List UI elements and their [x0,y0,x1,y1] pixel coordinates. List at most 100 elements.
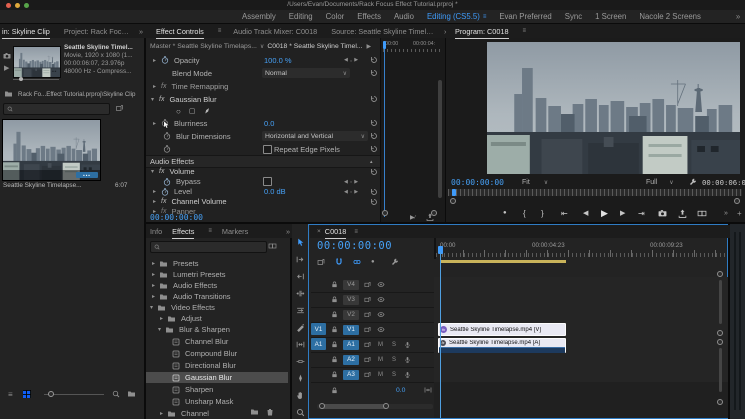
tree-item-presets[interactable]: ▸ Presets [146,258,288,269]
ec-vertical-scrollbar[interactable] [438,80,442,198]
tree-item-audio-transitions[interactable]: ▸ Audio Transitions [146,291,288,302]
eye-icon[interactable] [377,311,385,318]
level-value[interactable]: 0.0 dB [264,187,286,196]
workspace-menu-icon[interactable]: ≡ [483,14,487,20]
track-button-a3[interactable]: A3 [343,369,359,380]
h-scroll-left-handle[interactable] [319,403,325,409]
effect-controls-menu-icon[interactable]: ≡ [218,28,222,34]
mic-icon[interactable] [404,371,411,379]
sync-lock-icon[interactable] [364,311,371,318]
tab-audio-track-mixer[interactable]: Audio Track Mixer: C0018 [233,27,317,36]
thumbnail-zoom-slider[interactable] [44,391,104,397]
clip-name-label[interactable]: Seattle Skyline Timelapse... [3,182,109,189]
reset-icon[interactable] [370,145,378,153]
find-icon[interactable] [112,390,120,398]
mic-icon[interactable] [404,356,411,364]
workspace-tab-evan-preferred[interactable]: Evan Preferred [499,12,551,21]
tree-item-channel-blur[interactable]: Channel Blur [146,336,288,347]
reset-icon[interactable] [370,168,378,176]
clip-fx-badge[interactable]: fx [440,326,447,333]
bypass-checkbox[interactable] [263,177,272,186]
lock-icon[interactable] [331,326,338,333]
channel-volume-heading[interactable]: Channel Volume [171,197,226,206]
collapse-icon[interactable]: ▾ [150,304,153,311]
repeat-edge-pixels-checkbox[interactable] [263,144,272,154]
preview-scrub-handle[interactable] [19,77,23,81]
tab-source-monitor[interactable]: Source: Seattle Skyline Timelapse.mp [331,27,435,36]
audio-clip[interactable]: fx Seattle Skyline Timelapse.mp4 [A] [438,338,566,353]
tree-item-adjust[interactable]: ▸ Adjust [146,313,288,324]
tab-sequence-c0018[interactable]: C0018 [324,227,346,239]
new-search-bin-icon[interactable] [115,104,124,112]
collapse-volume-icon[interactable]: ▾ [151,168,154,175]
v-scroll-handle[interactable] [717,330,723,336]
sync-lock-icon[interactable] [364,341,371,348]
workspace-tab-color[interactable]: Color [326,12,345,21]
new-custom-bin-icon[interactable] [250,408,259,416]
track-select-forward-tool[interactable] [296,255,305,264]
preview-scrub-bar[interactable] [13,77,59,81]
blurriness-value[interactable]: 0.0 [264,119,274,128]
tree-item-unsharp-mask[interactable]: Unsharp Mask [146,396,288,407]
timeline-menu-icon[interactable]: ≡ [354,229,358,235]
video-clip[interactable]: fx Seattle Skyline Timelapse.mp4 [V] [438,323,566,336]
close-sequence-icon[interactable]: × [317,228,321,235]
timeline-settings-wrench-icon[interactable] [391,258,399,266]
reset-icon[interactable] [370,198,378,206]
ellipse-mask-icon[interactable]: ○ [176,107,181,116]
linked-selection-icon[interactable] [353,258,361,266]
transport-overflow-icon[interactable]: » [724,210,728,217]
expand-blurriness-icon[interactable]: ▸ [153,120,156,127]
tab-info[interactable]: Info [150,227,162,236]
expand-icon[interactable]: ▸ [152,282,155,289]
pen-mask-icon[interactable] [202,105,213,116]
lock-icon[interactable] [331,387,338,394]
delete-icon[interactable] [266,408,274,416]
reset-icon[interactable] [370,69,378,77]
breadcrumb[interactable]: Rack Fo...Effect Tutorial.prproj\Skyline… [18,91,142,98]
reset-icon[interactable] [370,188,378,196]
bin-preview-thumbnail[interactable] [13,46,61,78]
program-timecode[interactable]: 00:00:00:00 [451,178,504,187]
tree-item-compound-blur[interactable]: Compound Blur [146,348,288,359]
tree-item-blur-sharpen[interactable]: ▾ Blur & Sharpen [146,324,288,335]
master-clip-selector[interactable]: Master * Seattle Skyline Timelaps... [150,43,257,50]
chevron-down-icon[interactable]: ∨ [260,43,264,50]
stopwatch-icon[interactable] [163,178,171,186]
tab-program-monitor[interactable]: Program: C0018 [455,27,509,39]
new-bin-icon[interactable] [127,390,136,398]
v-scroll-handle[interactable] [717,271,723,277]
track-button-v2[interactable]: V2 [343,309,359,320]
level-keyframe-nav[interactable]: ◀ ○ ▶ [344,189,358,195]
zoom-level-dropdown[interactable]: Fit ∨ [522,179,548,186]
tab-bin-skyline-clip[interactable]: in: Skyline Clip [2,27,50,39]
go-to-out-icon[interactable]: ⇥ [638,209,645,218]
lock-icon[interactable] [331,356,338,363]
lock-icon[interactable] [331,341,338,348]
export-icon[interactable] [678,209,687,218]
sync-lock-icon[interactable] [364,356,371,363]
folder-up-icon[interactable] [4,90,13,98]
timeline-h-scrollbar[interactable] [317,403,433,409]
snap-magnet-icon[interactable] [335,258,343,266]
comparison-view-icon[interactable] [697,209,707,218]
tab-project-rack-focus[interactable]: Project: Rack Focus Ef [64,27,130,36]
reset-icon[interactable] [370,132,378,140]
ripple-edit-tool[interactable] [296,272,305,281]
gaussian-blur-heading[interactable]: Gaussian Blur [169,95,216,104]
stopwatch-icon[interactable] [161,56,169,64]
settings-wrench-icon[interactable] [689,178,697,186]
play-only-audio-icon[interactable]: ▶⁄ [410,214,415,221]
solo-button[interactable]: S [392,357,396,363]
sync-lock-icon[interactable] [364,296,371,303]
workspace-tab-assembly[interactable]: Assembly [242,12,276,21]
workspace-tab-audio[interactable]: Audio [394,12,414,21]
tree-item-video-effects[interactable]: ▾ Video Effects [146,302,288,313]
workspace-tab-sync[interactable]: Sync [565,12,582,21]
blur-dimensions-dropdown[interactable]: Horizontal and Vertical ∨ [262,131,368,141]
sync-lock-icon[interactable] [364,371,371,378]
expand-time-remapping-icon[interactable]: ▸ [153,83,156,90]
timeline-v-scrollbar[interactable] [717,269,724,414]
expand-channel-volume-icon[interactable]: ▸ [153,198,156,205]
timeline-ruler[interactable]: 00:00 00:00:04:23 00:00:09:23 [434,238,726,259]
